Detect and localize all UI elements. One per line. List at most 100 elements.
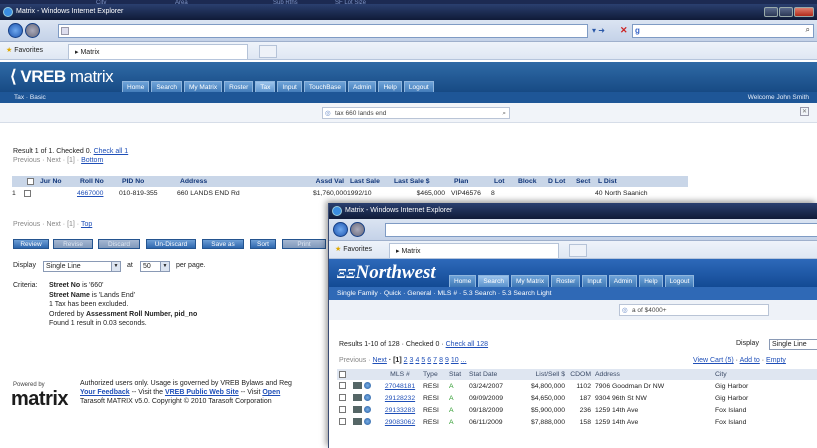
vreb-public-link[interactable]: VREB Public Web Site xyxy=(165,389,239,396)
page-link[interactable]: 4 xyxy=(415,357,419,364)
col-roll-no[interactable]: Roll No xyxy=(77,176,119,187)
table-row[interactable]: 27048181 RESI A 03/24/2007 $4,800,000 1102 790… xyxy=(337,380,817,392)
globe-icon[interactable] xyxy=(364,418,371,426)
favorites-button[interactable]: ★ Favorites xyxy=(6,46,43,54)
favorites-button[interactable]: ★ Favorites xyxy=(335,245,372,253)
forward-icon[interactable] xyxy=(350,222,365,237)
col-address[interactable]: Address xyxy=(177,176,307,187)
nw-tab-admin[interactable]: Admin xyxy=(608,275,638,287)
select-all-checkbox[interactable] xyxy=(339,370,346,378)
magnifier-icon[interactable]: ⌕ xyxy=(502,108,506,119)
page-link[interactable]: 9 xyxy=(445,357,449,364)
check-all-link[interactable]: Check all 1 xyxy=(94,148,129,155)
col-mls[interactable]: MLS # xyxy=(379,369,421,380)
review-button[interactable]: Review xyxy=(13,239,49,249)
globe-icon[interactable] xyxy=(364,382,371,390)
col-city[interactable]: City xyxy=(713,369,817,380)
page-link[interactable]: 5 xyxy=(421,357,425,364)
col-list-sell[interactable]: List/Sell $ xyxy=(517,369,567,380)
vreb-search-input[interactable]: ◎ tax 660 lands end ⌕ xyxy=(322,107,510,119)
photo-icon[interactable] xyxy=(353,382,362,390)
add-to-link[interactable]: Add to xyxy=(740,357,760,364)
nw-display-select[interactable]: Single Line xyxy=(769,339,817,350)
nw-tab-input[interactable]: Input xyxy=(582,275,607,287)
col-assd-val[interactable]: Assd Val xyxy=(307,176,347,187)
col-address[interactable]: Address xyxy=(593,369,713,380)
page-link[interactable]: 3 xyxy=(410,357,414,364)
table-row[interactable]: 29083062 RESI A 06/11/2009 $7,888,000 158 1259… xyxy=(337,416,817,428)
back-icon[interactable] xyxy=(8,23,23,38)
browser-tab[interactable]: ▸ Matrix xyxy=(389,243,559,258)
row-checkbox[interactable] xyxy=(339,418,346,426)
print-button[interactable]: Print xyxy=(282,239,326,249)
nw-tab-home[interactable]: Home xyxy=(449,275,477,287)
mls-cell[interactable]: 27048181 xyxy=(379,380,421,392)
browser-tab[interactable]: ▸ Matrix xyxy=(68,44,248,59)
page-link[interactable]: ... xyxy=(461,357,467,364)
table-row[interactable]: 29133283 RESI A 09/18/2009 $5,900,000 236 1259… xyxy=(337,404,817,416)
col-block[interactable]: Block xyxy=(515,176,545,187)
address-input[interactable] xyxy=(385,223,817,237)
row-checkbox[interactable] xyxy=(339,394,346,402)
empty-link[interactable]: Empty xyxy=(766,357,786,364)
nw-tab-help[interactable]: Help xyxy=(639,275,663,287)
photo-icon[interactable] xyxy=(353,406,362,414)
nw-search-input[interactable]: ◎ a of $4000+ xyxy=(619,304,769,316)
page-link[interactable]: 8 xyxy=(439,357,443,364)
discard-button[interactable]: Discard xyxy=(98,239,140,249)
row-checkbox[interactable] xyxy=(339,382,346,390)
table-row[interactable]: 29128232 RESI A 09/09/2009 $4,650,000 187 9304… xyxy=(337,392,817,404)
globe-icon[interactable] xyxy=(364,394,371,402)
col-sect[interactable]: Sect xyxy=(573,176,595,187)
close-button[interactable] xyxy=(794,7,814,17)
col-plan[interactable]: Plan xyxy=(451,176,491,187)
revise-button[interactable]: Revise xyxy=(53,239,93,249)
next-link[interactable]: Next xyxy=(372,357,386,364)
col-stat[interactable]: Stat xyxy=(447,369,467,380)
col-pid-no[interactable]: PID No xyxy=(119,176,177,187)
photo-icon[interactable] xyxy=(353,394,362,402)
col-d-lot[interactable]: D Lot xyxy=(545,176,573,187)
search-input[interactable]: g ⌕ xyxy=(632,24,814,38)
vreb-logo[interactable]: ⟨ VREB matrix xyxy=(10,67,114,87)
photo-icon[interactable] xyxy=(353,418,362,426)
northwest-subnav[interactable]: Single Family · Quick · General · MLS # … xyxy=(329,287,817,300)
col-l-dist[interactable]: L Dist xyxy=(595,176,688,187)
stop-icon[interactable]: ✕ xyxy=(620,25,628,36)
col-stat-date[interactable]: Stat Date xyxy=(467,369,517,380)
northwest-logo[interactable]: ΞΞNorthwest xyxy=(337,262,436,284)
mls-cell[interactable]: 29128232 xyxy=(379,392,421,404)
save-as-button[interactable]: Save as xyxy=(202,239,244,249)
address-input[interactable] xyxy=(58,24,588,38)
col-type[interactable]: Type xyxy=(421,369,447,380)
col-last-sale-amt[interactable]: Last Sale $ xyxy=(391,176,451,187)
maximize-button[interactable] xyxy=(779,7,793,17)
go-icon[interactable]: ▾ ➜ xyxy=(592,26,605,35)
view-cart-link[interactable]: View Cart (5) xyxy=(693,357,734,364)
col-jur-no[interactable]: Jur No xyxy=(37,176,77,187)
magnifier-icon[interactable]: ⌕ xyxy=(806,25,810,35)
sort-button[interactable]: Sort xyxy=(250,239,276,249)
bottom-link[interactable]: Bottom xyxy=(81,157,103,164)
nw-tab-logout[interactable]: Logout xyxy=(664,275,695,287)
row-checkbox[interactable] xyxy=(24,189,31,197)
page-link[interactable]: 10 xyxy=(451,357,459,364)
roll-no-link[interactable]: 4667000 xyxy=(77,187,119,200)
col-last-sale[interactable]: Last Sale xyxy=(347,176,391,187)
new-tab-button[interactable] xyxy=(259,45,277,58)
page-link[interactable]: 7 xyxy=(433,357,437,364)
minimize-button[interactable] xyxy=(764,7,778,17)
table-row[interactable]: 1 4667000 010-819-355 660 LANDS END Rd $… xyxy=(12,187,688,200)
open-link[interactable]: Open xyxy=(262,389,280,396)
nw-tab-my-matrix[interactable]: My Matrix xyxy=(510,275,550,287)
nw-tab-search[interactable]: Search xyxy=(478,275,509,287)
forward-icon[interactable] xyxy=(25,23,40,38)
feedback-link[interactable]: Your Feedback xyxy=(80,389,130,396)
nw-tab-roster[interactable]: Roster xyxy=(551,275,581,287)
display-select[interactable]: Single Line ▼ xyxy=(43,261,121,272)
per-page-select[interactable]: 50 ▼ xyxy=(140,261,170,272)
page-link[interactable]: 2 xyxy=(404,357,408,364)
mls-cell[interactable]: 29083062 xyxy=(379,416,421,428)
top-link[interactable]: Top xyxy=(81,221,92,228)
col-cdom[interactable]: CDOM xyxy=(567,369,593,380)
